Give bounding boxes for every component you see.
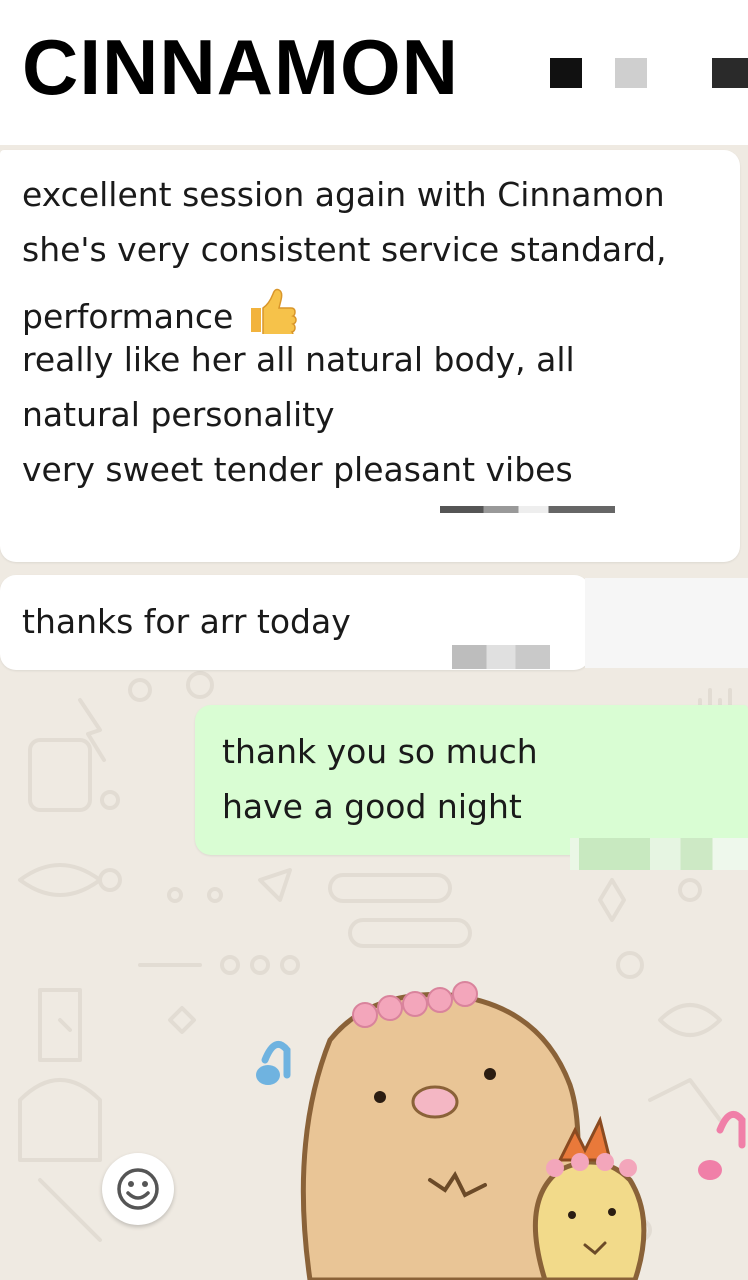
outgoing-message-bubble[interactable]: thank you so much have a good night	[195, 705, 748, 855]
message-line: very sweet tender pleasant vibes	[22, 450, 573, 489]
message-line: she's very consistent service standard,	[22, 230, 667, 269]
sticker-character-icon[interactable]	[250, 980, 748, 1280]
message-line: really like her all natural body, all	[22, 340, 575, 379]
redaction-block	[615, 58, 647, 88]
message-line: have a good night	[222, 787, 522, 826]
emoji-button[interactable]	[102, 1153, 174, 1225]
message-line: excellent session again with Cinnamon	[22, 175, 665, 214]
message-line: thank you so much	[222, 732, 538, 771]
incoming-message-bubble[interactable]: excellent session again with Cinnamon sh…	[0, 150, 740, 562]
redaction-block	[712, 58, 748, 88]
thumbs-up-icon	[245, 288, 298, 340]
redaction-block	[585, 578, 748, 668]
message-line: thanks for arr today	[22, 602, 351, 641]
message-line: natural personality	[22, 395, 335, 434]
contact-name: CINNAMON	[22, 23, 459, 111]
smiley-icon	[117, 1168, 159, 1210]
redacted-timestamp	[570, 838, 748, 870]
chat-header: CINNAMON	[0, 0, 748, 145]
redaction-block	[550, 58, 582, 88]
incoming-message-bubble[interactable]: thanks for arr today	[0, 575, 590, 670]
message-line-with-emoji: performance	[22, 288, 298, 340]
message-line: performance	[22, 297, 234, 336]
redacted-timestamp	[452, 645, 550, 669]
redacted-timestamp	[440, 506, 615, 513]
